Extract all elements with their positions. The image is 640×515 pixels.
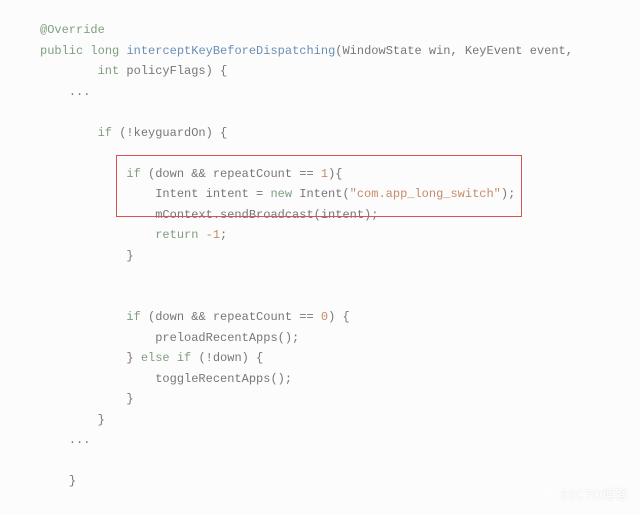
cond1: (!keyguardOn) {: [112, 126, 227, 140]
cond2-post: ){: [328, 167, 342, 181]
kw-public: public: [40, 44, 83, 58]
cond3-post: ) {: [328, 310, 350, 324]
watermark-text: 51CTO博客: [560, 487, 628, 502]
cond3-pre: (down && repeatCount ==: [141, 310, 321, 324]
preload-call: preloadRecentApps();: [155, 331, 299, 345]
ret-val: -1: [198, 228, 220, 242]
toggle-call: toggleRecentApps();: [155, 372, 292, 386]
watermark: 51CTO博客: [544, 485, 628, 506]
kw-if-3: if: [126, 310, 140, 324]
method-name: interceptKeyBeforeDispatching: [126, 44, 335, 58]
param-sig-a: (WindowState win, KeyEvent event,: [335, 44, 573, 58]
brace-close-2: }: [126, 351, 133, 365]
kw-new: new: [270, 187, 292, 201]
annotation: @Override: [40, 23, 105, 37]
brace-close-3: }: [126, 392, 133, 406]
cond4: (!down) {: [191, 351, 263, 365]
kw-if-2: if: [126, 167, 140, 181]
watermark-icon: [544, 487, 560, 502]
brace-close-4: }: [98, 413, 105, 427]
kw-int: int: [98, 64, 120, 78]
ellipsis-2: ...: [69, 433, 91, 447]
kw-if-1: if: [98, 126, 112, 140]
intent-decl-a: Intent intent =: [155, 187, 270, 201]
code-block: @Override public long interceptKeyBefore…: [0, 0, 640, 492]
intent-decl-c: );: [501, 187, 515, 201]
string-literal: "com.app_long_switch": [350, 187, 501, 201]
brace-close-5: }: [69, 474, 76, 488]
send-broadcast: mContext.sendBroadcast(intent);: [155, 208, 378, 222]
semi: ;: [220, 228, 227, 242]
cond2-num: 1: [321, 167, 328, 181]
ellipsis: ...: [69, 85, 91, 99]
cond2-pre: (down && repeatCount ==: [141, 167, 321, 181]
kw-if-4: if: [177, 351, 191, 365]
brace-close-1: }: [126, 249, 133, 263]
kw-else: else: [141, 351, 170, 365]
kw-long: long: [90, 44, 119, 58]
param-sig-b: policyFlags) {: [119, 64, 227, 78]
intent-decl-b: Intent(: [292, 187, 350, 201]
kw-return: return: [155, 228, 198, 242]
cond3-num: 0: [321, 310, 328, 324]
